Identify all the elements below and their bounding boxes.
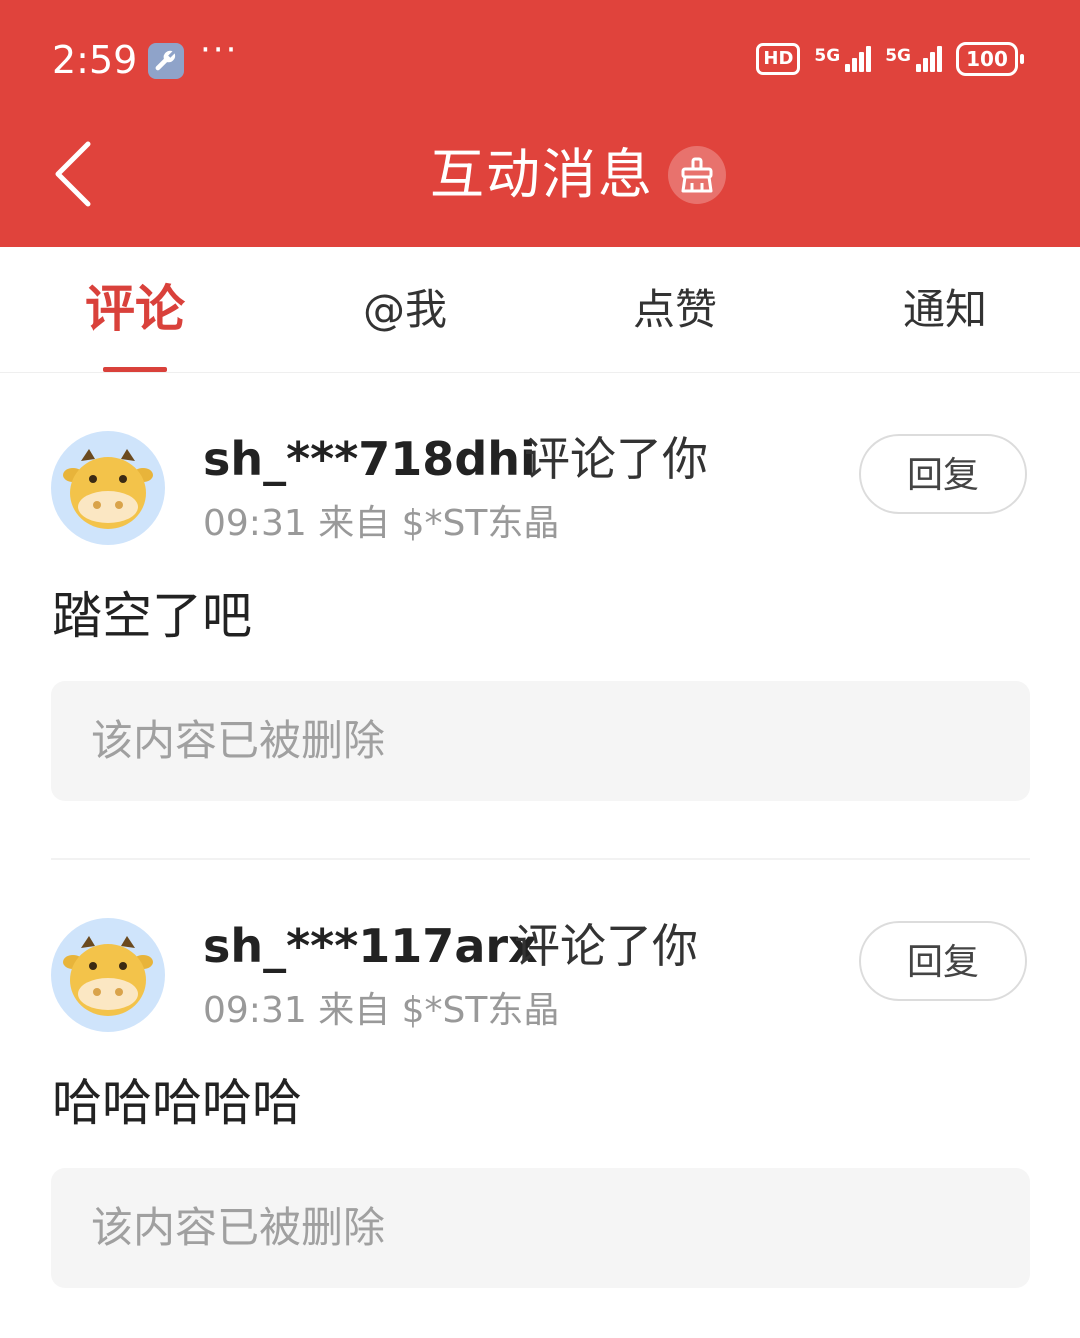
- wrench-icon: [148, 43, 184, 79]
- reply-button[interactable]: 回复: [859, 921, 1027, 1001]
- signal-5g-icon: 5G: [814, 46, 872, 72]
- status-time: 2:59: [52, 38, 138, 82]
- reply-button[interactable]: 回复: [859, 434, 1027, 514]
- page-title: 互动消息: [430, 143, 654, 206]
- clear-messages-button[interactable]: [668, 146, 726, 204]
- signal-5g-icon: 5G: [885, 46, 942, 72]
- comment-text: 踏空了吧: [52, 587, 252, 645]
- deleted-content-text: 该内容已被删除: [91, 1203, 386, 1252]
- network-label: 5G: [885, 46, 911, 66]
- chevron-left-icon: [55, 141, 91, 207]
- hd-voice-icon: HD: [756, 43, 801, 75]
- comment-action-text: 评论了你: [514, 919, 698, 973]
- divider: [51, 858, 1030, 860]
- message-tabs: 评论 @我 点赞 通知: [0, 247, 1080, 373]
- navigation-bar: 互动消息: [0, 120, 1080, 247]
- username[interactable]: sh_***718dhi: [203, 429, 536, 489]
- tab-mentions[interactable]: @我: [305, 247, 505, 372]
- cow-avatar-icon: [63, 936, 153, 1016]
- original-post-box[interactable]: 该内容已被删除: [51, 681, 1030, 801]
- comment-meta: 09:31 来自 $*ST东晶: [203, 503, 560, 544]
- battery-icon: 100: [956, 42, 1024, 76]
- comment-text: 哈哈哈哈哈: [52, 1074, 302, 1132]
- cow-avatar-icon: [63, 449, 153, 529]
- avatar[interactable]: [51, 918, 165, 1032]
- more-notifications-icon: ···: [200, 30, 239, 70]
- active-tab-indicator: [103, 367, 167, 372]
- tab-notifications[interactable]: 通知: [845, 247, 1045, 372]
- comment-action-text: 评论了你: [524, 432, 708, 486]
- original-post-box[interactable]: 该内容已被删除: [51, 1168, 1030, 1288]
- tab-likes[interactable]: 点赞: [575, 247, 775, 372]
- comment-meta: 09:31 来自 $*ST东晶: [203, 990, 560, 1031]
- avatar[interactable]: [51, 431, 165, 545]
- status-icons: HD 5G 5G 100: [756, 42, 1024, 76]
- username[interactable]: sh_***117arx: [203, 916, 538, 976]
- broom-icon: [681, 157, 713, 193]
- deleted-content-text: 该内容已被删除: [91, 716, 386, 765]
- network-label: 5G: [814, 46, 841, 66]
- back-button[interactable]: [40, 138, 120, 218]
- tab-comments[interactable]: 评论: [35, 247, 235, 372]
- status-bar: 2:59 ··· HD 5G 5G 100: [0, 0, 1080, 120]
